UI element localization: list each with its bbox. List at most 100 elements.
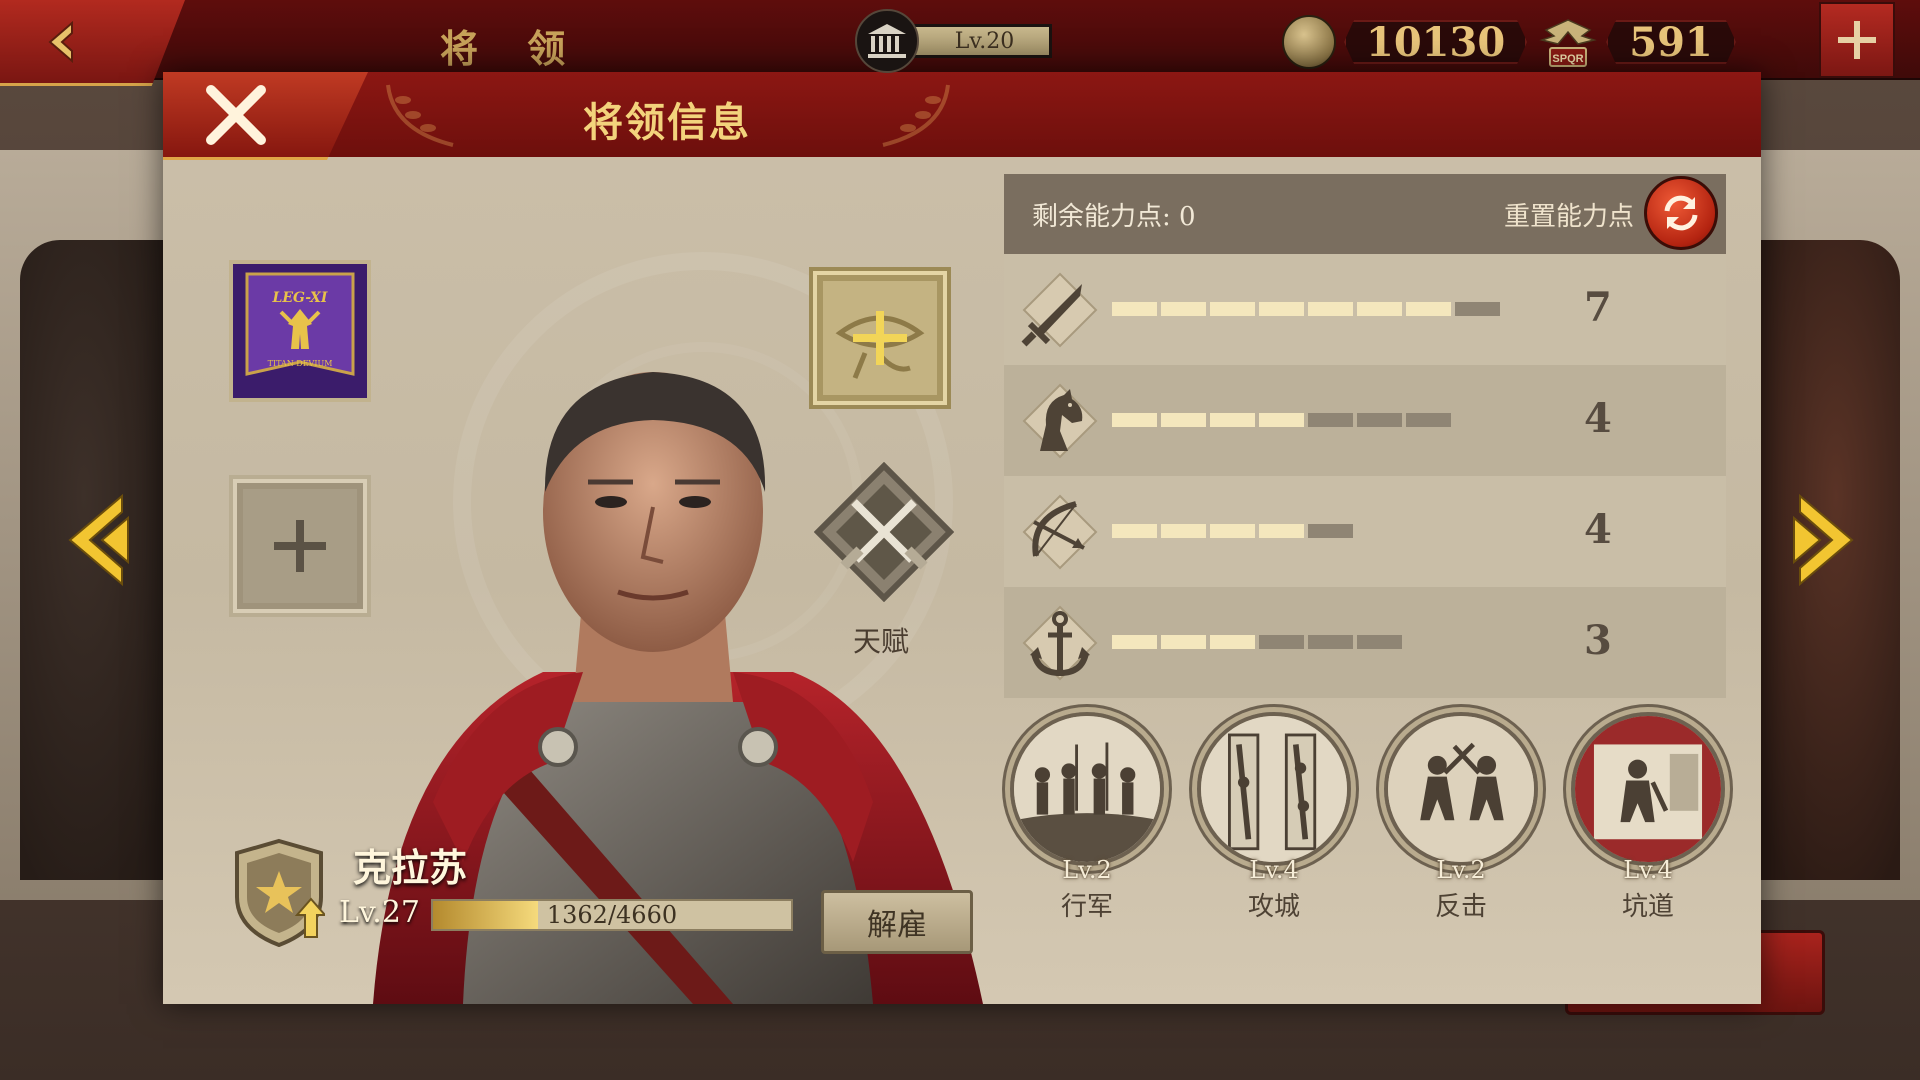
stat-bar xyxy=(1112,635,1402,649)
general-level: Lv.27 xyxy=(339,895,420,930)
skill-level: Lv.4 xyxy=(1568,856,1728,884)
bow-icon xyxy=(1020,492,1100,572)
eye-of-horus-add-icon xyxy=(825,283,935,393)
stat-value: 7 xyxy=(1584,284,1612,331)
talent-label: 天赋 xyxy=(853,620,909,660)
spqr-resource: SPQR 591 xyxy=(1538,14,1736,70)
skills-row: Lv.2 行军 Lv.4 攻城 Lv.2 xyxy=(1004,712,1726,972)
horse-icon xyxy=(1020,381,1100,461)
stat-segment xyxy=(1112,302,1157,316)
tunnel-icon xyxy=(1571,712,1725,866)
stat-segment xyxy=(1259,413,1304,427)
skill-name: 行军 xyxy=(1007,886,1167,923)
skill-tunnel[interactable]: Lv.4 坑道 xyxy=(1568,712,1728,923)
stat-segment xyxy=(1161,524,1206,538)
add-resource-button[interactable] xyxy=(1819,2,1895,78)
stat-segment xyxy=(1210,413,1255,427)
stat-segment xyxy=(1259,302,1304,316)
general-name: 克拉苏 xyxy=(353,837,467,892)
page-title: 将 领 xyxy=(440,18,583,73)
coin-icon xyxy=(1282,15,1336,69)
stat-segment xyxy=(1308,302,1353,316)
skill-name: 坑道 xyxy=(1568,886,1728,923)
empty-equipment-slot[interactable] xyxy=(229,475,371,617)
stat-segment xyxy=(1161,635,1206,649)
stat-segment xyxy=(1259,524,1304,538)
refresh-icon xyxy=(1659,191,1703,235)
skill-level: Lv.2 xyxy=(1381,856,1541,884)
legion-banner-slot[interactable]: LEG-XI TITAN DEVIUM xyxy=(229,260,371,402)
stat-bar xyxy=(1112,302,1500,316)
stat-row: 4 xyxy=(1004,476,1726,587)
laurel-left-icon xyxy=(373,80,463,150)
stat-segment xyxy=(1308,635,1353,649)
previous-general-arrow[interactable] xyxy=(62,490,132,590)
spqr-eagle-icon: SPQR xyxy=(1538,14,1598,70)
add-item-gold-slot[interactable] xyxy=(809,267,951,409)
dismiss-button[interactable]: 解雇 xyxy=(821,890,973,954)
stat-row: 4 xyxy=(1004,365,1726,476)
skill-march[interactable]: Lv.2 行军 xyxy=(1007,712,1167,923)
reset-points-button[interactable] xyxy=(1644,176,1718,250)
skill-counterattack[interactable]: Lv.2 反击 xyxy=(1381,712,1541,923)
stat-value: 4 xyxy=(1584,395,1612,442)
laurel-right-icon xyxy=(873,80,963,150)
skill-siege[interactable]: Lv.4 攻城 xyxy=(1194,712,1354,923)
counterattack-icon xyxy=(1384,712,1538,866)
next-general-arrow[interactable] xyxy=(1790,490,1860,590)
reset-points-label: 重置能力点 xyxy=(1504,196,1634,233)
banner-legion-text: LEG-XI xyxy=(272,290,328,306)
modal-title: 将领信息 xyxy=(583,90,751,148)
rank-star-badge-icon xyxy=(233,837,325,947)
stat-bar xyxy=(1112,524,1353,538)
top-bar: 将 领 Lv.20 10130 SPQR 591 xyxy=(0,0,1920,80)
stat-segment xyxy=(1112,635,1157,649)
skill-level: Lv.2 xyxy=(1007,856,1167,884)
skill-level: Lv.4 xyxy=(1194,856,1354,884)
stat-segment xyxy=(1259,635,1304,649)
stat-segment xyxy=(1308,413,1353,427)
player-level-label: Lv.20 xyxy=(907,24,1052,58)
ability-stats-panel: 剩余能力点: 0 重置能力点 7 4 4 3 xyxy=(1004,174,1726,698)
plus-icon xyxy=(1834,17,1880,63)
stat-segment xyxy=(1357,413,1402,427)
player-level: Lv.20 xyxy=(855,16,1052,66)
stat-value: 3 xyxy=(1584,617,1612,664)
stat-bar xyxy=(1112,413,1451,427)
stat-segment xyxy=(1357,635,1402,649)
stat-row: 3 xyxy=(1004,587,1726,698)
skill-name: 攻城 xyxy=(1194,886,1354,923)
stat-segment xyxy=(1455,302,1500,316)
stat-segment xyxy=(1406,413,1451,427)
skill-name: 反击 xyxy=(1381,886,1541,923)
stat-segment xyxy=(1210,635,1255,649)
modal-header: 将领信息 xyxy=(163,72,1761,157)
stat-segment xyxy=(1161,302,1206,316)
legion-banner-icon: LEG-XI TITAN DEVIUM xyxy=(233,264,367,398)
march-icon xyxy=(1010,712,1164,866)
stat-segment xyxy=(1357,302,1402,316)
add-slot-icon xyxy=(270,516,330,576)
stat-row: 7 xyxy=(1004,254,1726,365)
ability-points-header: 剩余能力点: 0 重置能力点 xyxy=(1004,174,1726,254)
temple-icon xyxy=(855,9,919,73)
general-info-modal: 将领信息 xyxy=(163,72,1761,1004)
coins-amount: 10130 xyxy=(1344,20,1527,64)
stat-segment xyxy=(1210,302,1255,316)
siege-icon xyxy=(1197,712,1351,866)
talent-button[interactable] xyxy=(814,462,954,602)
experience-text: 1362/4660 xyxy=(433,901,791,929)
stat-segment xyxy=(1308,524,1353,538)
sword-icon xyxy=(1020,270,1100,350)
stat-segment xyxy=(1112,413,1157,427)
anchor-icon xyxy=(1020,603,1100,683)
back-button[interactable] xyxy=(0,0,185,86)
spqr-text: SPQR xyxy=(1552,53,1583,65)
stat-value: 4 xyxy=(1584,506,1612,553)
stat-segment xyxy=(1112,524,1157,538)
spqr-amount: 591 xyxy=(1606,20,1736,64)
stat-segment xyxy=(1161,413,1206,427)
experience-bar: 1362/4660 xyxy=(431,899,793,931)
stat-segment xyxy=(1406,302,1451,316)
coins-resource: 10130 xyxy=(1282,14,1527,70)
